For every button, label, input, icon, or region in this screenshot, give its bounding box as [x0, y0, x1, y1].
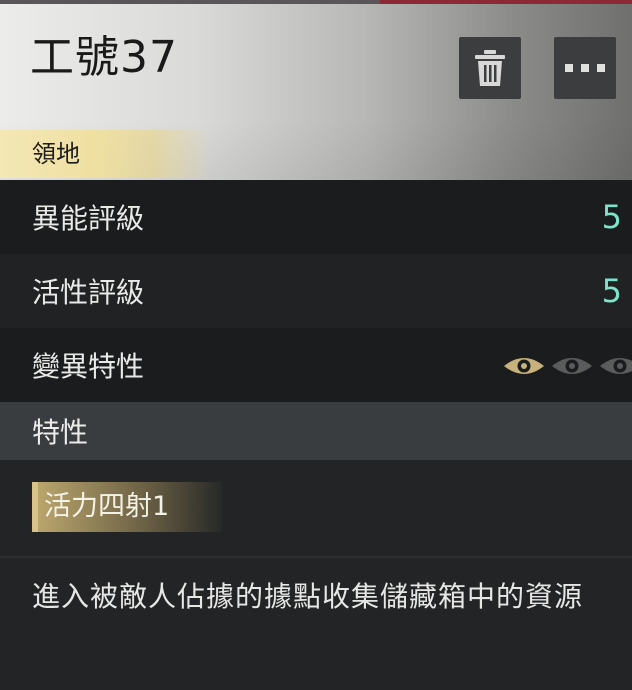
trash-icon: [475, 50, 505, 86]
trait-tag[interactable]: 活力四射1: [32, 482, 222, 532]
stat-label: 活性評級: [32, 276, 145, 309]
stat-label: 變異特性: [32, 350, 145, 383]
eye-icon-active: [504, 358, 544, 374]
stat-row-activity-rating: 活性評級 5: [0, 254, 632, 328]
trait-list: 活力四射1: [0, 460, 632, 556]
more-icon: [565, 64, 605, 72]
territory-tag: 領地: [0, 130, 210, 178]
eye-icon-inactive: [600, 358, 632, 374]
trait-description-area: 進入被敵人佔據的據點收集儲藏箱中的資源: [0, 558, 632, 690]
section-title: 特性: [32, 416, 89, 449]
trait-description: 進入被敵人佔據的據點收集儲藏箱中的資源: [32, 580, 584, 613]
stat-value: 5: [601, 272, 622, 310]
top-strip: [0, 0, 632, 4]
stat-row-ability-rating: 異能評級 5: [0, 180, 632, 254]
eye-icon-inactive: [552, 358, 592, 374]
mutation-eyes: [502, 354, 632, 378]
traits-section-header: 特性: [0, 402, 632, 460]
stat-value: 5: [601, 198, 622, 236]
stat-label: 異能評級: [32, 202, 145, 235]
page-title: 工號37: [30, 32, 178, 83]
stat-row-mutation-traits: 變異特性: [0, 328, 632, 402]
more-button[interactable]: [554, 37, 616, 99]
delete-button[interactable]: [459, 37, 521, 99]
